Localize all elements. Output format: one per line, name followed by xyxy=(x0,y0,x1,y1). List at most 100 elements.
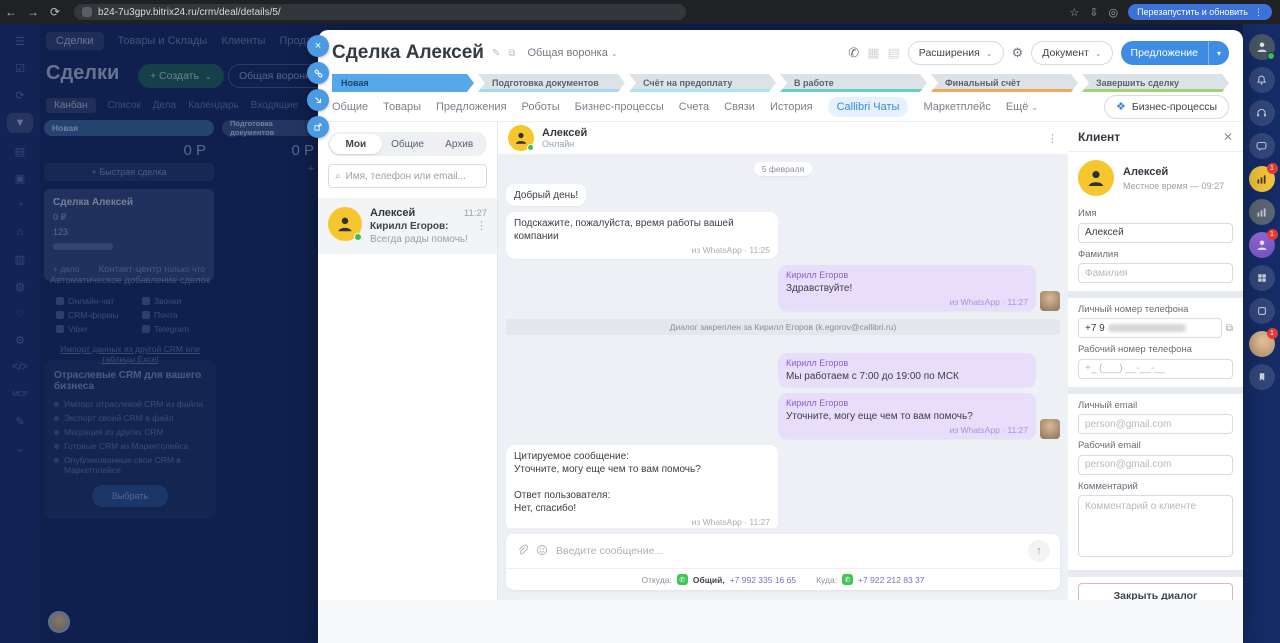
offer-button[interactable]: Предложение ▾ xyxy=(1120,41,1229,65)
contact-avatar-icon[interactable]: 1 xyxy=(1248,328,1278,357)
chat-search-input[interactable] xyxy=(345,170,480,182)
close-panel-icon[interactable]: ✕ xyxy=(1223,130,1233,144)
tab-archive-chats[interactable]: Архив xyxy=(433,134,485,154)
tab-invoices[interactable]: Счета xyxy=(679,101,709,113)
extensions-button[interactable]: Расширения ⌄ xyxy=(907,41,1004,65)
chat-list-panel: Мои Общие Архив ⌕ Алексей xyxy=(318,122,498,600)
tab-quotes[interactable]: Предложения xyxy=(436,101,507,113)
last-name-label: Фамилия xyxy=(1078,248,1119,260)
messenger-icon[interactable] xyxy=(1248,133,1275,159)
badge: 1 xyxy=(1266,328,1278,339)
operator-avatar xyxy=(1040,419,1060,439)
contact-name: Алексей xyxy=(542,127,588,139)
bookmark-icon[interactable] xyxy=(1248,364,1275,390)
copy-link-button[interactable] xyxy=(307,62,329,84)
tab-callibri-chats[interactable]: Callibri Чаты xyxy=(827,96,909,117)
reload-icon[interactable]: ⟳ xyxy=(44,5,66,19)
address-bar[interactable]: b24-7u3gpv.bitrix24.ru/crm/deal/details/… xyxy=(74,4,686,20)
emoji-icon[interactable] xyxy=(536,544,548,559)
site-icon xyxy=(82,7,92,17)
profile-avatar[interactable] xyxy=(1248,34,1275,60)
chat-list-item[interactable]: Алексей 11:27 Кирилл Егоров: ⋮ Всегда ра… xyxy=(318,198,497,254)
attach-icon[interactable] xyxy=(516,544,529,559)
work-email-input[interactable] xyxy=(1078,454,1233,475)
last-name-input[interactable] xyxy=(1078,263,1233,283)
support-icon[interactable] xyxy=(1248,100,1275,126)
tab-more[interactable]: Ещё ⌄ xyxy=(1006,101,1038,113)
item-menu-icon[interactable]: ⋮ xyxy=(476,219,487,232)
conversation-menu-icon[interactable]: ⋮ xyxy=(1047,132,1058,145)
stage-finalinvoice[interactable]: Финальный счёт xyxy=(931,74,1078,92)
stage-inwork[interactable]: В работе xyxy=(780,74,927,92)
link-icon[interactable]: ⧉ xyxy=(508,48,515,59)
work-phone-label: Рабочий номер телефона xyxy=(1078,344,1192,355)
extensions-icon[interactable]: ◎ xyxy=(1108,6,1118,19)
stage-prepay[interactable]: Счёт на предоплату xyxy=(629,74,776,92)
marketing-app-icon[interactable]: 1 xyxy=(1248,163,1278,192)
send-button[interactable]: ↑ xyxy=(1028,540,1050,562)
offer-dropdown-icon[interactable]: ▾ xyxy=(1209,49,1229,58)
client-panel-title: Клиент xyxy=(1078,130,1121,144)
personal-phone-input[interactable]: +7 9 xyxy=(1078,318,1222,338)
tab-bizproc[interactable]: Бизнес-процессы xyxy=(575,101,664,113)
browser-menu-icon[interactable]: ⋮ xyxy=(1254,7,1263,18)
edit-title-icon[interactable]: ✎ xyxy=(492,48,500,59)
first-name-input[interactable] xyxy=(1078,222,1233,243)
close-slider-button[interactable]: × xyxy=(307,35,329,57)
tab-history[interactable]: История xyxy=(770,101,813,113)
client-local-time: Местное время — 09:27 xyxy=(1123,180,1225,191)
copy-icon[interactable]: ⧉ xyxy=(1226,323,1233,334)
tab-general[interactable]: Общие xyxy=(332,101,368,113)
tab-my-chats[interactable]: Мои xyxy=(330,134,382,154)
deal-stage-bar: Новая Подготовка документов Счёт на пред… xyxy=(318,70,1243,92)
personal-email-input[interactable] xyxy=(1078,414,1233,434)
bp-icon: ❖ xyxy=(1116,101,1126,113)
operator-avatar xyxy=(1040,291,1060,311)
business-processes-button[interactable]: ❖ Бизнес-процессы xyxy=(1104,94,1229,119)
stage-close[interactable]: Завершить сделку xyxy=(1082,74,1229,92)
open-new-window-button[interactable] xyxy=(307,116,329,138)
tab-products[interactable]: Товары xyxy=(383,101,421,113)
tab-robots[interactable]: Роботы xyxy=(522,101,560,113)
bookmark-star-icon[interactable]: ☆ xyxy=(1069,6,1079,19)
back-icon[interactable]: ← xyxy=(0,5,22,19)
conversation-panel: Алексей Онлайн ⋮ 5 февраля Добрый день! … xyxy=(498,122,1068,600)
contact-avatar xyxy=(508,125,534,151)
call-icon[interactable]: ✆ xyxy=(848,45,859,61)
stage-new[interactable]: Новая xyxy=(332,74,474,92)
analytics-app-icon[interactable] xyxy=(1248,199,1275,225)
notifications-bell-icon[interactable] xyxy=(1248,67,1275,93)
grid-app-icon[interactable] xyxy=(1248,265,1275,291)
chat-search[interactable]: ⌕ xyxy=(328,164,487,188)
square-app-icon[interactable] xyxy=(1248,298,1275,324)
work-email-label: Рабочий email xyxy=(1078,440,1141,451)
document-button[interactable]: Документ ⌄ xyxy=(1031,41,1113,65)
message-row: Кирилл Егоров Мы работаем с 7:00 до 19:0… xyxy=(506,353,1060,387)
app-avatar-icon[interactable]: 1 xyxy=(1248,229,1278,258)
message-input[interactable] xyxy=(556,545,1020,557)
browser-restart-button[interactable]: Перезапустить и обновить ⋮ xyxy=(1128,4,1272,20)
settings-gear-icon[interactable]: ⚙ xyxy=(1012,45,1024,61)
message-row: Кирилл Егоров Здравствуйте! из WhatsApp … xyxy=(506,265,1060,311)
date-separator: 5 февраля xyxy=(753,162,813,176)
personal-phone-label: Личный номер телефона xyxy=(1078,304,1189,315)
channel-info: Откуда: ✆ Общий, +7 992 335 16 65 Куда: … xyxy=(506,568,1060,590)
chart-icon: ▦ xyxy=(867,45,880,60)
tab-marketplace[interactable]: Маркетплейс xyxy=(923,101,990,113)
tab-links[interactable]: Связи xyxy=(724,101,755,113)
funnel-selector[interactable]: Общая воронка ⌄ xyxy=(528,47,618,59)
contact-avatar xyxy=(328,207,362,241)
work-phone-input[interactable] xyxy=(1078,358,1233,379)
minimize-slider-button[interactable] xyxy=(307,89,329,111)
comment-input[interactable] xyxy=(1078,494,1233,557)
url-text: b24-7u3gpv.bitrix24.ru/crm/deal/details/… xyxy=(98,6,281,18)
deal-tab-bar: Общие Товары Предложения Роботы Бизнес-п… xyxy=(318,92,1243,122)
whatsapp-icon: ✆ xyxy=(676,574,688,585)
forward-icon[interactable]: → xyxy=(22,5,44,19)
downloads-icon[interactable]: ⇩ xyxy=(1089,6,1098,19)
online-dot xyxy=(1266,52,1275,60)
phones-section: Личный номер телефона +7 9 ⧉ Рабочий ном… xyxy=(1068,298,1243,387)
stage-docs[interactable]: Подготовка документов xyxy=(478,74,625,92)
tab-shared-chats[interactable]: Общие xyxy=(382,134,434,154)
modal-bottom-area xyxy=(318,600,1243,643)
